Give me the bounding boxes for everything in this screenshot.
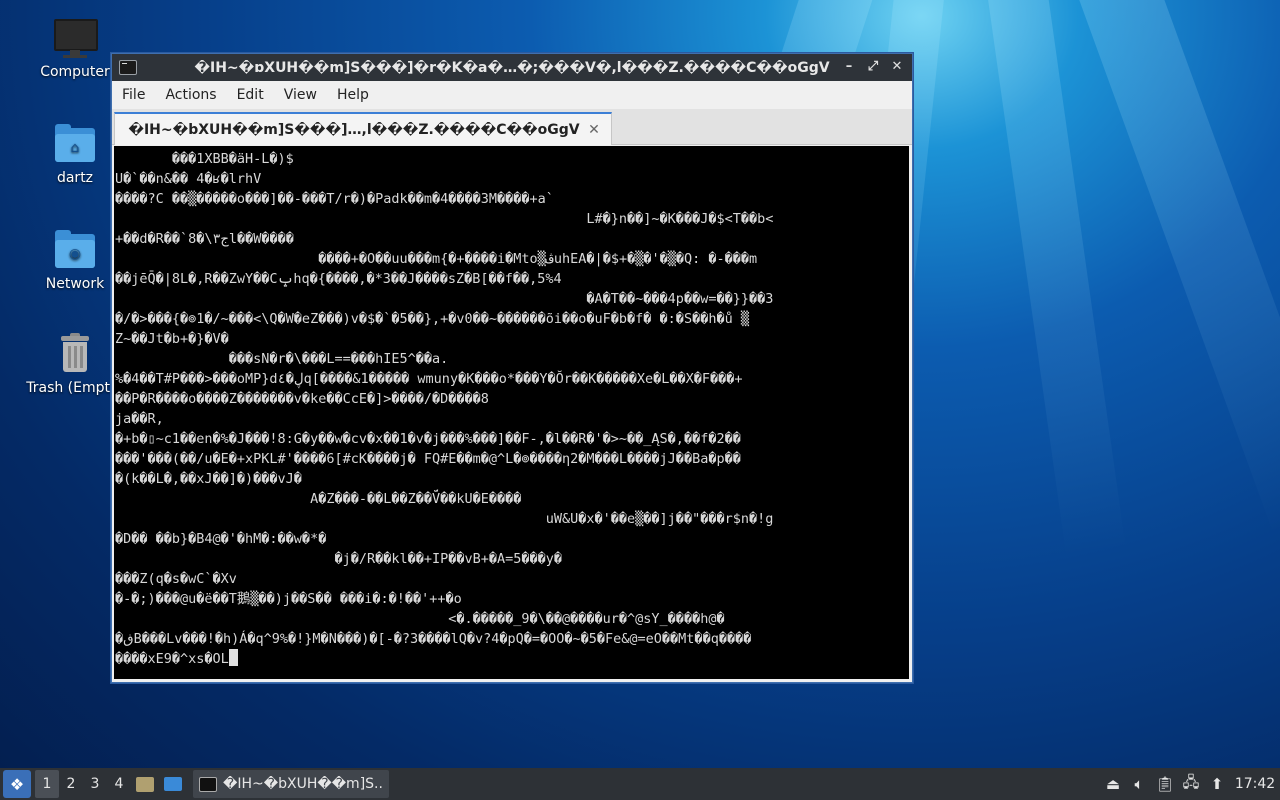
terminal-line: %�4��T#P���>���oMP}dڸ�٤q[����&1����� wmu… (115, 371, 743, 387)
file-manager-launcher[interactable] (134, 773, 156, 795)
window-titlebar[interactable]: �IH~�ɒXUH��m]S���]�r�K�a�…�;���V�,l���Z.… (112, 54, 912, 81)
workspace-4[interactable]: 4 (107, 770, 131, 798)
terminal-line: ��jēQ̄�|8L�,R��ZwY��Cݒhq�{����,�*3��J���… (115, 271, 562, 287)
taskbar: ❖ 1 2 3 4 �IH~�bXUH��m]S... ⏏ 🔈︎ 📋︎ 🖧︎ ⬆… (0, 768, 1280, 800)
terminal-line: �j�/R��kl��+IP��vB+�A=5���y� (115, 551, 563, 567)
start-menu-icon: ❖ (9, 774, 25, 794)
terminal-line: �/�>���{�⊚1�/~���<\Q�W�eZ���)v�$�`�5��},… (115, 311, 749, 327)
tab-label: �IH~�bXUH��m]S���]…,l���Z.����C��oGgV (128, 121, 580, 138)
home-folder-icon: ⌂ (53, 122, 97, 166)
computer-icon (53, 16, 98, 60)
tab-close-icon[interactable]: ✕ (583, 122, 605, 138)
desktop-icon (164, 777, 182, 791)
workspace-1[interactable]: 1 (35, 770, 59, 798)
terminal-line: �ڧB���Lv���!�h)Á�q^9%�!}M�N���)�[-�?3���… (115, 631, 752, 647)
desktop-icon-network[interactable]: ◉ Network (25, 228, 125, 292)
desktop-icon-home[interactable]: ⌂ dartz (25, 122, 125, 186)
terminal-tab[interactable]: �IH~�bXUH��m]S���]…,l���Z.����C��oGgV ✕ (114, 112, 612, 145)
file-manager-icon (136, 776, 154, 792)
terminal-line: uW&U�x�'��e▒��]j��"���r$n�!g (115, 511, 774, 527)
workspace-3[interactable]: 3 (83, 770, 107, 798)
menu-bar: File Actions Edit View Help (112, 81, 912, 109)
trash-icon (53, 332, 97, 376)
terminal-line: ����+�O��uu���m{�+����i�Mto▒ڤuhEA�|�$+�▒… (115, 251, 758, 267)
start-menu-button[interactable]: ❖ (3, 770, 31, 798)
desktop-icon-computer[interactable]: Computer (25, 16, 125, 80)
terminal-line: A�Z���-��L��Z��V̈́��kU�E���� (115, 491, 522, 507)
tab-bar: �IH~�bXUH��m]S���]…,l���Z.����C��oGgV ✕ (112, 109, 912, 145)
terminal-text: ���1XBB�äH-L�)$ U�`��n&�� 4�ʁ�lrhV ����?C … (114, 146, 909, 669)
terminal-line: ��P�R����o����Z�������v�ke��CcE�]>����/�… (115, 391, 489, 407)
terminal-line: �D�� ��b}�B4@�'�hM�:��w�*� (115, 531, 327, 547)
terminal-cursor (228, 649, 238, 666)
wallpaper-ray (980, 0, 1126, 559)
task-label: �IH~�bXUH��m]S... (223, 776, 383, 792)
window-title: �IH~�ɒXUH��m]S���]�r�K�a�…�;���V�,l���Z.… (194, 59, 830, 76)
terminal-line: +��d�R��`ج٣\�8l��W���� (115, 231, 294, 247)
menu-help[interactable]: Help (327, 81, 379, 109)
terminal-line: �(k��L�,��xJ��]�)���vJ� (115, 471, 302, 487)
close-button[interactable]: ✕ (888, 58, 906, 76)
minimize-button[interactable]: – (840, 58, 858, 76)
terminal-line: U�`��n&�� 4�ʁ�lrhV (115, 171, 262, 187)
maximize-button[interactable]: ⤢ (864, 58, 882, 76)
desktop-icon-label: Network (45, 276, 105, 292)
update-icon[interactable]: ⬆ (1204, 775, 1230, 793)
terminal-line: ���sN�r�\���L==���hIE5^��a. (115, 351, 449, 367)
terminal-icon (199, 776, 217, 792)
network-folder-icon: ◉ (53, 228, 97, 272)
menu-edit[interactable]: Edit (227, 81, 274, 109)
menu-file[interactable]: File (112, 81, 155, 109)
desktop-icon-trash[interactable]: Trash (Empty) (25, 332, 125, 396)
terminal-line: <�.�����_9�\��@����ur�^@sY_����h@� (115, 611, 725, 627)
terminal-line: ���1XBB�äH-L�)$ (115, 151, 294, 167)
terminal-line: ja��R, (115, 411, 164, 427)
terminal-line: ����xE9�^xs�OL (115, 649, 909, 669)
terminal-line: ����?C ��▒�����o���]��-���T/r�)�Padk��m�… (115, 191, 554, 207)
terminal-line: ���Z(q�s�wC`�Xv (115, 571, 237, 587)
terminal-window: �IH~�ɒXUH��m]S���]�r�K�a�…�;���V�,l���Z.… (111, 53, 913, 683)
terminal-output[interactable]: ���1XBB�äH-L�)$ U�`��n&�� 4�ʁ�lrhV ����?C … (114, 146, 909, 679)
volume-icon[interactable]: 🔈︎ (1126, 775, 1152, 793)
taskbar-task-terminal[interactable]: �IH~�bXUH��m]S... (193, 770, 389, 798)
system-tray: ⏏ 🔈︎ 📋︎ 🖧︎ ⬆ 17:42 (1100, 768, 1280, 800)
clock[interactable]: 17:42 (1230, 776, 1280, 792)
terminal-line: �A�T��~���4p��w=��}}��3 (115, 291, 774, 307)
desktop-icon-label: Trash (Empty) (26, 380, 124, 396)
eject-icon[interactable]: ⏏ (1100, 775, 1126, 793)
terminal-line: �-�;)���@u�ë��T鵝▒��)j��S�� ���i�:�!��'++… (115, 591, 462, 607)
terminal-icon (119, 60, 137, 75)
menu-view[interactable]: View (274, 81, 327, 109)
show-desktop-launcher[interactable] (162, 773, 184, 795)
terminal-line: Z~��Jt�b+�}�V� (115, 331, 229, 347)
desktop-icon-label: Computer (40, 64, 110, 80)
menu-actions[interactable]: Actions (155, 81, 226, 109)
clipboard-icon[interactable]: 📋︎ (1152, 775, 1178, 793)
terminal-line: �+b�▯~c1��en�%�J���!8:G�y��w�cv�x��1�v�j… (115, 431, 741, 447)
desktop-icon-label: dartz (56, 170, 94, 186)
terminal-line: ���'���(��/u�E�+xPKL#'����6[#cK����j� FQ… (115, 451, 741, 467)
network-icon[interactable]: 🖧︎ (1178, 772, 1204, 797)
terminal-line: L#�}n��]~�K���J�$<T��b< (115, 211, 774, 227)
workspace-2[interactable]: 2 (59, 770, 83, 798)
